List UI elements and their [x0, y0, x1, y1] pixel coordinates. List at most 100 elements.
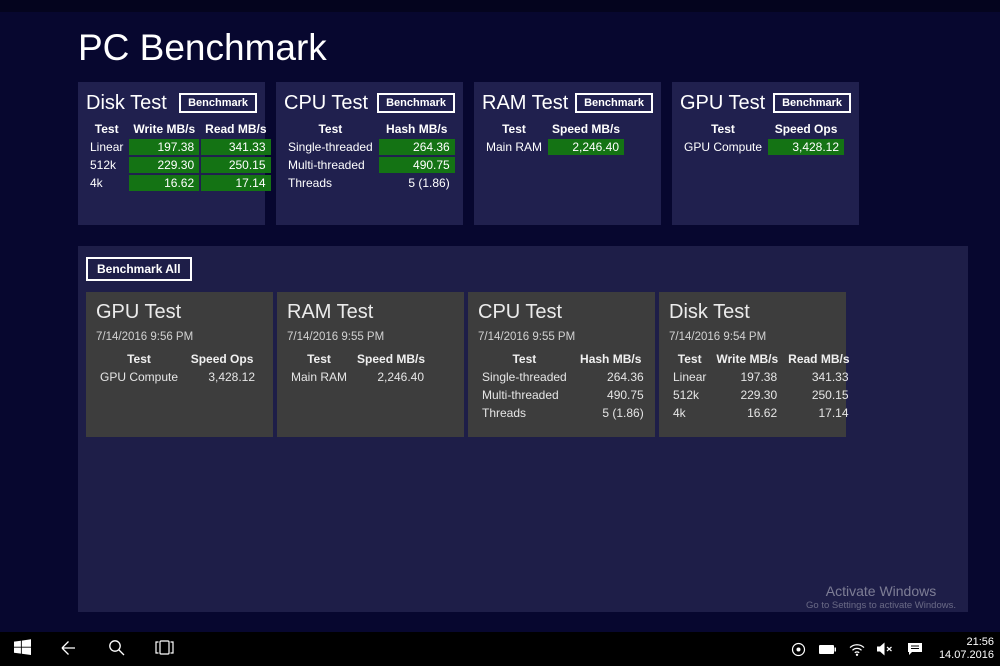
benchmark-button[interactable]: Benchmark — [575, 93, 653, 113]
history-card-cpu-test: CPU Test7/14/2016 9:55 PMTestHash MB/sSi… — [468, 292, 655, 437]
value-cell: 264.36 — [379, 139, 455, 155]
results-table: TestSpeed Ops GPU Compute3,428.12 — [94, 349, 262, 387]
results-table: TestHash MB/sSingle-threaded264.36Multi-… — [282, 119, 457, 193]
clock-date: 14.07.2016 — [939, 649, 994, 662]
table-row: Threads5 (1.86) — [284, 175, 455, 191]
system-tray: 21:56 14.07.2016 — [790, 632, 1000, 666]
record-circle-icon[interactable] — [790, 640, 808, 658]
taskbar: 21:56 14.07.2016 — [0, 632, 1000, 666]
table-row: 512k229.30250.15 — [669, 387, 854, 403]
test-card-cpu-test: CPU TestBenchmarkTestHash MB/sSingle-thr… — [276, 82, 463, 225]
column-header: Test — [287, 351, 351, 367]
task-view-icon — [155, 640, 174, 658]
table-row: Threads5 (1.86) — [478, 405, 649, 421]
column-header: Read MB/s — [784, 351, 853, 367]
value-cell: 250.15 — [201, 157, 270, 173]
history-card-ram-test: RAM Test7/14/2016 9:55 PMTestSpeed MB/sM… — [277, 292, 464, 437]
history-card-title: Disk Test — [669, 301, 836, 324]
table-row: 512k229.30250.15 — [86, 157, 271, 173]
row-label: Linear — [86, 139, 127, 155]
value-cell: 3,428.12 — [768, 139, 844, 155]
header-row: TestSpeed Ops — [680, 121, 844, 137]
table-row: Multi-threaded490.75 — [478, 387, 649, 403]
column-header: Hash MB/s — [379, 121, 455, 137]
column-header: Speed Ops — [184, 351, 260, 367]
column-header: Read MB/s — [201, 121, 270, 137]
row-label: 512k — [669, 387, 710, 403]
row-label: Single-threaded — [478, 369, 571, 385]
column-header: Write MB/s — [712, 351, 782, 367]
value-cell: 490.75 — [573, 387, 649, 403]
column-header: Speed MB/s — [353, 351, 429, 367]
value-cell: 2,246.40 — [548, 139, 624, 155]
history-card-date: 7/14/2016 9:56 PM — [96, 331, 263, 343]
benchmark-all-button[interactable]: Benchmark All — [86, 257, 192, 281]
test-card-ram-test: RAM TestBenchmarkTestSpeed MB/sMain RAM2… — [474, 82, 661, 225]
value-cell: 16.62 — [712, 405, 782, 421]
header-row: TestHash MB/s — [284, 121, 455, 137]
column-header: Write MB/s — [129, 121, 199, 137]
benchmark-button[interactable]: Benchmark — [773, 93, 851, 113]
history-card-title: GPU Test — [96, 301, 263, 324]
action-center-icon[interactable] — [906, 640, 924, 658]
header-row: TestHash MB/s — [478, 351, 649, 367]
row-label: Single-threaded — [284, 139, 377, 155]
card-title: RAM Test — [482, 92, 568, 115]
column-header: Speed MB/s — [548, 121, 624, 137]
taskbar-left — [0, 632, 188, 666]
card-title: GPU Test — [680, 92, 765, 115]
table-row: Single-threaded264.36 — [284, 139, 455, 155]
table-row: GPU Compute3,428.12 — [96, 369, 260, 385]
header-row: TestSpeed MB/s — [482, 121, 624, 137]
header-row: TestSpeed Ops — [96, 351, 260, 367]
column-header: Test — [482, 121, 546, 137]
value-cell: 197.38 — [129, 139, 199, 155]
row-label: Multi-threaded — [478, 387, 571, 403]
value-cell: 229.30 — [712, 387, 782, 403]
header-row: TestWrite MB/sRead MB/s — [86, 121, 271, 137]
benchmark-button[interactable]: Benchmark — [179, 93, 257, 113]
column-header: Test — [669, 351, 710, 367]
table-row: 4k16.6217.14 — [669, 405, 854, 421]
card-header: CPU TestBenchmark — [284, 90, 455, 116]
row-label: 512k — [86, 157, 127, 173]
row-label: GPU Compute — [680, 139, 766, 155]
back-arrow-icon — [59, 639, 77, 660]
column-header: Test — [96, 351, 182, 367]
results-table: TestHash MB/sSingle-threaded264.36Multi-… — [476, 349, 651, 423]
task-view-button[interactable] — [140, 632, 188, 666]
table-row: Multi-threaded490.75 — [284, 157, 455, 173]
battery-icon[interactable] — [819, 640, 837, 658]
value-cell: 264.36 — [573, 369, 649, 385]
header-row: TestWrite MB/sRead MB/s — [669, 351, 854, 367]
row-label: Main RAM — [287, 369, 351, 385]
back-button[interactable] — [44, 632, 92, 666]
value-cell: 3,428.12 — [184, 369, 260, 385]
value-cell: 490.75 — [379, 157, 455, 173]
column-header: Hash MB/s — [573, 351, 649, 367]
start-button[interactable] — [0, 632, 44, 666]
table-row: Linear197.38341.33 — [86, 139, 271, 155]
card-header: RAM Test Benchmark — [482, 90, 653, 116]
taskbar-clock[interactable]: 21:56 14.07.2016 — [939, 636, 994, 662]
history-cards-row: GPU Test7/14/2016 9:56 PMTestSpeed OpsGP… — [86, 292, 846, 437]
value-cell: 16.62 — [129, 175, 199, 191]
search-button[interactable] — [92, 632, 140, 666]
history-card-date: 7/14/2016 9:54 PM — [669, 331, 836, 343]
benchmark-button[interactable]: Benchmark — [377, 93, 455, 113]
volume-muted-icon[interactable] — [877, 640, 895, 658]
column-header: Test — [86, 121, 127, 137]
history-card-date: 7/14/2016 9:55 PM — [287, 331, 454, 343]
clock-time: 21:56 — [939, 636, 994, 649]
window-top-shade — [0, 0, 1000, 12]
table-row: Main RAM2,246.40 — [287, 369, 429, 385]
results-table: TestSpeed Ops GPU Compute3,428.12 — [678, 119, 846, 157]
column-header: Test — [284, 121, 377, 137]
history-card-title: RAM Test — [287, 301, 454, 324]
row-label: Linear — [669, 369, 710, 385]
history-card-gpu-test: GPU Test 7/14/2016 9:56 PM TestSpeed Ops GP… — [86, 292, 273, 437]
wifi-icon[interactable] — [848, 640, 866, 658]
results-table: TestSpeed MB/s Main RAM2,246.40 — [285, 349, 431, 387]
test-cards-row: Disk TestBenchmarkTestWrite MB/sRead MB/… — [78, 82, 859, 225]
row-label: Main RAM — [482, 139, 546, 155]
